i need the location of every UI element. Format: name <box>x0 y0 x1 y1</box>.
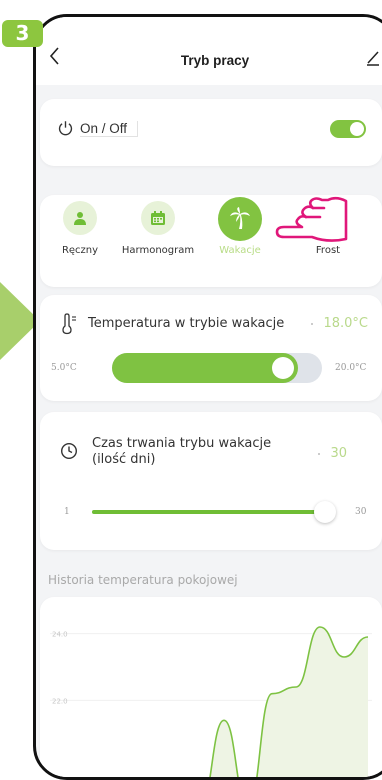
mode-label: Harmonogram <box>121 245 195 256</box>
duration-min-label: 1 <box>64 507 70 517</box>
thermometer-icon <box>62 313 76 335</box>
duration-label-line1: Czas trwania trybu wakacje <box>92 436 272 451</box>
mode-label: Ręczny <box>61 245 99 256</box>
duration-label: Czas trwania trybu wakacje (ilość dni) <box>92 436 271 468</box>
chart-y-tick-label: 24.0 <box>52 631 68 639</box>
temperature-max-label: 20.0°C <box>335 363 367 373</box>
header-bar: Tryb pracy <box>36 17 382 85</box>
chart-y-tick-label: 22.0 <box>52 697 68 705</box>
phone-screen: Tryb pracy On / Off Ręczny Harmonogram W… <box>33 14 382 780</box>
duration-label-line2: (ilość dni) <box>92 452 156 467</box>
duration-value: 30 <box>318 446 347 461</box>
calendar-icon <box>151 211 165 225</box>
toggle-knob <box>350 122 364 136</box>
tap-hand-icon <box>275 196 348 242</box>
temperature-card: Temperatura w trybie wakacje 18.0°C 5.0°… <box>40 295 382 401</box>
power-toggle[interactable] <box>330 120 366 138</box>
chart-area <box>210 627 368 777</box>
clock-icon <box>60 442 78 460</box>
temperature-value: 18.0°C <box>311 316 368 331</box>
power-label: On / Off <box>80 121 139 137</box>
duration-max-label: 30 <box>355 507 367 517</box>
temperature-slider-fill <box>112 353 299 383</box>
page-title: Tryb pracy <box>180 53 250 68</box>
temperature-label: Temperatura w trybie wakacje <box>88 316 285 331</box>
person-icon <box>74 212 86 225</box>
duration-slider-thumb[interactable] <box>314 501 336 523</box>
power-card: On / Off <box>40 99 382 166</box>
mode-harmonogram[interactable]: Harmonogram <box>118 201 198 256</box>
history-title: Historia temperatura pokojowej <box>48 573 238 587</box>
duration-card: Czas trwania trybu wakacje (ilość dni) 3… <box>40 412 382 550</box>
palm-tree-icon <box>230 207 250 229</box>
edit-icon[interactable] <box>364 49 382 67</box>
temperature-slider[interactable] <box>112 353 322 383</box>
temperature-slider-thumb[interactable] <box>272 357 295 379</box>
history-chart-svg: 24.0 22.0 <box>50 626 372 777</box>
mode-reczny[interactable]: Ręczny <box>40 201 120 256</box>
duration-slider-fill <box>92 510 316 514</box>
power-icon <box>58 121 73 136</box>
temperature-min-label: 5.0°C <box>51 363 77 373</box>
history-chart: 24.0 22.0 <box>40 597 382 777</box>
duration-slider[interactable] <box>92 510 328 514</box>
step-badge: 3 <box>2 20 43 47</box>
